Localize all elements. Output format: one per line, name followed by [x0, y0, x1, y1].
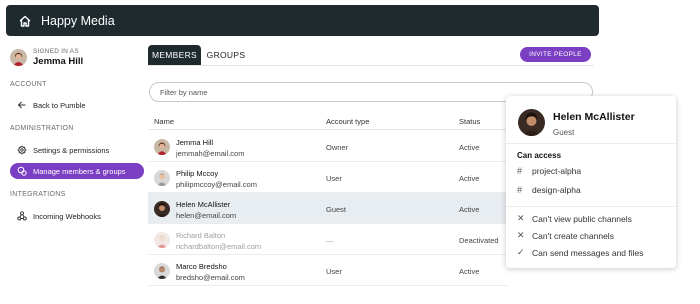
avatar — [154, 263, 170, 279]
member-email: philipmccoy@email.com — [176, 180, 257, 189]
member-name: Marco Bredsho — [176, 262, 227, 271]
account-type: Owner — [326, 143, 349, 152]
channel-item[interactable]: # design-alpha — [517, 185, 581, 195]
member-email: helen@email.com — [176, 211, 237, 220]
status: Deactivated — [459, 236, 499, 245]
app-header: Happy Media — [6, 5, 599, 36]
avatar — [518, 109, 545, 136]
member-email: bredsho@email.com — [176, 273, 245, 282]
avatar — [154, 139, 170, 155]
section-label-administration: ADMINISTRATION — [10, 125, 74, 132]
member-email: jemmah@email.com — [176, 149, 245, 158]
avatar — [154, 201, 170, 217]
table-row[interactable]: Helen McAllister helen@email.com Guest A… — [148, 193, 508, 224]
section-label-integrations: INTEGRATIONS — [10, 191, 66, 198]
table-row[interactable]: Richard Balton richardbalton@email.com —… — [148, 224, 508, 255]
permission-text: Can't view public channels — [532, 213, 632, 224]
member-email: richardbalton@email.com — [176, 242, 262, 251]
sidebar-item-webhooks[interactable]: Incoming Webhooks — [10, 208, 144, 224]
permission-item: ✕ Can't create channels — [517, 230, 614, 241]
status: Active — [459, 174, 480, 183]
member-name: Richard Balton — [176, 231, 226, 240]
tab-members[interactable]: MEMBERS — [148, 45, 201, 65]
column-header-status[interactable]: Status — [459, 117, 480, 126]
divider — [506, 143, 676, 144]
table-row[interactable]: Philip Mccoy philipmccoy@email.com User … — [148, 162, 508, 193]
avatar — [154, 170, 170, 186]
signed-in-user: SIGNED IN AS Jemma Hill — [10, 48, 83, 67]
sidebar-item-back[interactable]: Back to Pumble — [10, 97, 144, 113]
account-type: — — [326, 236, 334, 245]
divider — [148, 129, 508, 130]
member-name: Helen McAllister — [176, 200, 231, 209]
status: Active — [459, 143, 480, 152]
manage-members-icon — [17, 166, 27, 176]
table-row[interactable]: Marco Bredsho bredsho@email.com User Act… — [148, 255, 508, 286]
status: Active — [459, 205, 480, 214]
avatar — [10, 49, 27, 66]
channel-name: project-alpha — [532, 166, 582, 176]
signed-in-user-name: Jemma Hill — [33, 56, 84, 67]
hash-icon: # — [517, 185, 523, 195]
account-type: User — [326, 267, 342, 276]
channel-name: design-alpha — [532, 185, 581, 195]
divider — [506, 206, 676, 207]
column-header-name[interactable]: Name — [154, 117, 174, 126]
sidebar-item-manage-members[interactable]: Manage members & groups — [10, 163, 144, 179]
webhook-icon — [17, 211, 27, 221]
gear-icon — [17, 145, 27, 155]
tab-groups[interactable]: GROUPS — [206, 45, 246, 65]
check-icon: ✓ — [517, 247, 525, 257]
sidebar-item-label: Settings & permissions — [33, 145, 110, 155]
avatar — [154, 232, 170, 248]
sidebar-item-settings[interactable]: Settings & permissions — [10, 142, 144, 158]
arrow-left-icon — [17, 101, 26, 109]
sidebar-item-label: Manage members & groups — [33, 166, 126, 176]
sidebar-item-label: Incoming Webhooks — [33, 211, 101, 221]
account-type: User — [326, 174, 342, 183]
channel-item[interactable]: # project-alpha — [517, 166, 581, 176]
permission-item: ✕ Can't view public channels — [517, 213, 632, 224]
member-name: Jemma Hill — [176, 138, 214, 147]
x-icon: ✕ — [517, 213, 525, 223]
permission-text: Can send messages and files — [532, 247, 644, 258]
sidebar-item-label: Back to Pumble — [33, 100, 86, 110]
home-icon[interactable] — [18, 14, 32, 28]
permission-text: Can't create channels — [532, 230, 614, 241]
workspace-title: Happy Media — [41, 13, 115, 28]
member-detail-card: Helen McAllister Guest Can access # proj… — [506, 96, 676, 268]
signed-in-label: SIGNED IN AS — [33, 48, 79, 55]
invite-people-button[interactable]: INVITE PEOPLE — [520, 47, 591, 62]
card-member-name: Helen McAllister — [553, 111, 635, 123]
status: Active — [459, 267, 480, 276]
card-member-role: Guest — [553, 128, 575, 137]
account-type: Guest — [326, 205, 347, 214]
table-row[interactable]: Jemma Hill jemmah@email.com Owner Active — [148, 131, 508, 162]
can-access-label: Can access — [517, 151, 562, 160]
section-label-account: ACCOUNT — [10, 81, 47, 88]
member-name: Philip Mccoy — [176, 169, 219, 178]
permission-item: ✓ Can send messages and files — [517, 247, 644, 258]
column-header-account-type[interactable]: Account type — [326, 117, 369, 126]
hash-icon: # — [517, 166, 523, 176]
sidebar: SIGNED IN AS Jemma Hill ACCOUNT Back to … — [0, 40, 148, 304]
x-icon: ✕ — [517, 230, 525, 240]
